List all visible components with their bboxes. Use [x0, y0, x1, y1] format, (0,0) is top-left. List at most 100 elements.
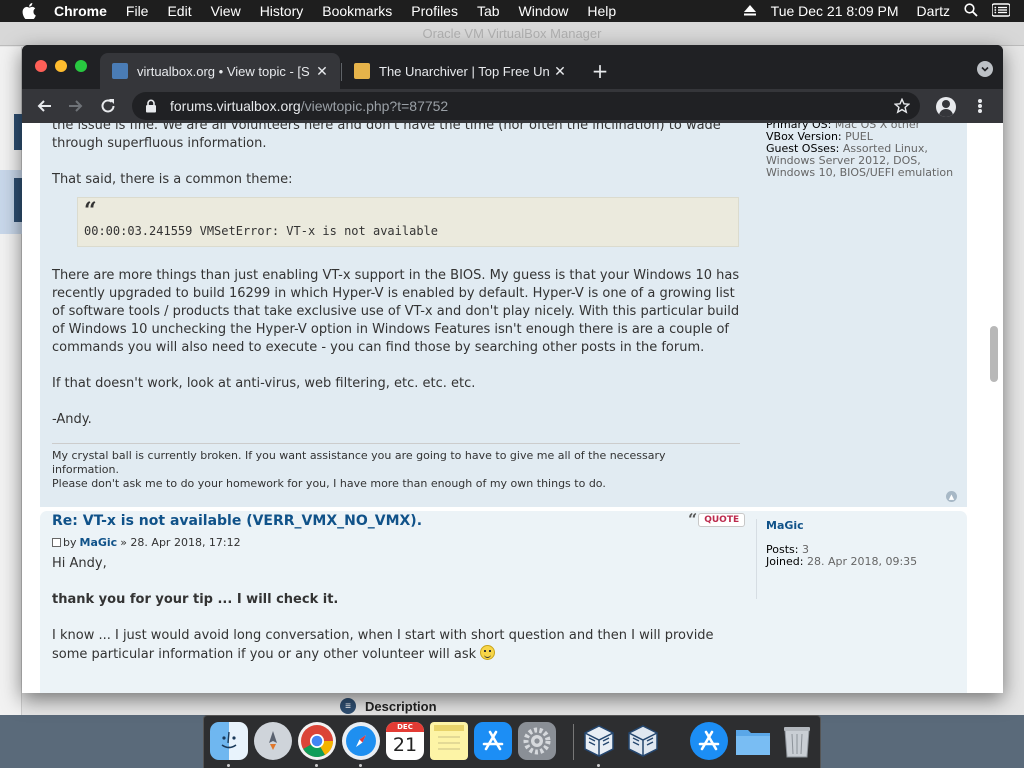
post-paragraph: the issue is fine. We are all volunteers…: [52, 123, 721, 151]
post-date: » 28. Apr 2018, 17:12: [120, 536, 241, 549]
menu-user[interactable]: Dartz: [917, 3, 950, 19]
address-bar[interactable]: forums.virtualbox.org/viewtopic.php?t=87…: [132, 92, 920, 120]
virtualbox-favicon-icon: [112, 63, 128, 79]
menu-history[interactable]: History: [260, 3, 304, 19]
virtualbox-vm-item[interactable]: [14, 114, 22, 150]
tab-virtualbox-topic[interactable]: virtualbox.org • View topic - [S ✕: [100, 53, 340, 89]
post-author-profile: Posts: 3 Joined: 28. Apr 2018, 09:35: [766, 544, 961, 568]
menu-tab[interactable]: Tab: [477, 3, 500, 19]
meta-by: by: [63, 536, 77, 549]
post-signoff: -Andy.: [52, 412, 92, 427]
post-paragraph: There are more things than just enabling…: [52, 268, 740, 355]
quote-button-label: QUOTE: [698, 512, 746, 527]
forward-button[interactable]: [64, 94, 88, 118]
tab-close-icon[interactable]: ✕: [550, 61, 570, 81]
window-close-button[interactable]: [35, 60, 47, 72]
profile-username-link[interactable]: MaGic: [766, 519, 804, 532]
virtualbox-window-title[interactable]: Oracle VM VirtualBox Manager: [0, 22, 1024, 46]
app-store-downloads-icon[interactable]: [690, 722, 728, 760]
unarchiver-favicon-icon: [354, 63, 370, 79]
virtualbox-description-section[interactable]: ≡ Description: [340, 696, 437, 716]
calendar-day: 21: [392, 734, 418, 756]
virtualbox-vm-icon[interactable]: [624, 722, 662, 760]
notification-center-icon[interactable]: [991, 2, 1011, 20]
tab-title: The Unarchiver | Top Free Una: [379, 63, 550, 79]
bookmark-star-icon[interactable]: [894, 98, 910, 114]
mac-dock: DEC 21: [203, 715, 821, 768]
dock-running-indicator: [315, 764, 318, 767]
dock-running-indicator: [227, 764, 230, 767]
safari-icon[interactable]: [342, 722, 380, 760]
launchpad-icon[interactable]: [254, 722, 292, 760]
signature-line: Please don't ask me to do your homework …: [52, 477, 606, 490]
virtualbox-vm-item-selected[interactable]: [0, 170, 22, 234]
apple-menu-icon[interactable]: [18, 0, 40, 22]
quote-mark-icon: “: [688, 509, 698, 529]
menu-file[interactable]: File: [126, 3, 149, 19]
tab-search-icon[interactable]: [977, 61, 993, 77]
vertical-scrollbar[interactable]: [990, 326, 998, 382]
menu-app-name[interactable]: Chrome: [54, 3, 107, 19]
menu-help[interactable]: Help: [587, 3, 616, 19]
new-tab-button[interactable]: +: [588, 59, 612, 83]
post-content: There are more things than just enabling…: [52, 267, 742, 447]
post-paragraph: I know ... I just would avoid long conve…: [52, 627, 742, 664]
post-author-link[interactable]: MaGic: [80, 536, 118, 549]
lock-icon[interactable]: [144, 99, 158, 113]
tab-title: virtualbox.org • View topic - [S: [137, 63, 310, 79]
reload-button[interactable]: [96, 94, 120, 118]
back-to-top-icon[interactable]: ▲: [946, 491, 957, 502]
menu-clock[interactable]: Tue Dec 21 8:09 PM: [771, 3, 899, 19]
joined-label: Joined:: [766, 555, 804, 568]
dock-running-indicator: [359, 764, 362, 767]
dock-running-indicator: [597, 764, 600, 767]
window-minimize-button[interactable]: [55, 60, 67, 72]
calendar-month: DEC: [386, 722, 424, 732]
post-icon[interactable]: [52, 538, 61, 547]
back-button[interactable]: [32, 94, 56, 118]
tab-strip: virtualbox.org • View topic - [S ✕ The U…: [22, 45, 1003, 89]
notes-icon[interactable]: [430, 722, 468, 760]
tab-unarchiver[interactable]: The Unarchiver | Top Free Una ✕: [342, 53, 578, 89]
code-quote-block: “ 00:00:03.241559 VMSetError: VT-x is no…: [77, 197, 739, 247]
mac-menu-bar: Chrome File Edit View History Bookmarks …: [0, 0, 1024, 22]
calendar-icon[interactable]: DEC 21: [386, 722, 424, 760]
app-store-icon[interactable]: [474, 722, 512, 760]
profile-avatar-icon[interactable]: [936, 97, 956, 117]
eject-icon[interactable]: [743, 3, 757, 19]
menu-view[interactable]: View: [211, 3, 241, 19]
smiley-icon: [480, 645, 496, 660]
spotlight-search-icon[interactable]: [964, 2, 978, 20]
window-zoom-button[interactable]: [75, 60, 87, 72]
joined-value: 28. Apr 2018, 09:35: [806, 555, 918, 568]
post-paragraph: If that doesn't work, look at anti-virus…: [52, 376, 476, 391]
menu-profiles[interactable]: Profiles: [411, 3, 458, 19]
menu-window[interactable]: Window: [519, 3, 569, 19]
post-title-link[interactable]: Re: VT-x is not available (VERR_VMX_NO_V…: [52, 513, 422, 529]
downloads-folder-icon[interactable]: [734, 722, 772, 760]
finder-icon[interactable]: [210, 722, 248, 760]
post-signature: My crystal ball is currently broken. If …: [52, 449, 712, 491]
post-meta: by MaGic » 28. Apr 2018, 17:12: [52, 536, 241, 549]
quote-button[interactable]: “ QUOTE: [688, 509, 746, 529]
signature-divider: [52, 443, 740, 444]
chrome-menu-icon[interactable]: [974, 96, 986, 116]
description-label: Description: [365, 698, 437, 714]
page-viewport: the issue is fine. We are all volunteers…: [22, 123, 1003, 693]
chrome-icon[interactable]: [298, 722, 336, 760]
menu-bookmarks[interactable]: Bookmarks: [322, 3, 392, 19]
post-paragraph-bold: thank you for your tip ... I will check …: [52, 592, 339, 607]
forum-post: Re: VT-x is not available (VERR_VMX_NO_V…: [40, 511, 967, 693]
post-content: Hi Andy, thank you for your tip ... I wi…: [52, 555, 742, 664]
url-path: /viewtopic.php?t=87752: [300, 98, 449, 114]
post-author-profile: Primary OS: Mac OS X other VBox Version:…: [766, 123, 961, 179]
tab-close-icon[interactable]: ✕: [312, 61, 332, 81]
system-preferences-icon[interactable]: [518, 722, 556, 760]
post-profile-divider: [756, 519, 757, 599]
trash-icon[interactable]: [778, 722, 816, 760]
browser-toolbar: forums.virtualbox.org/viewtopic.php?t=87…: [22, 89, 1003, 123]
quote-mark-icon: “: [84, 198, 97, 224]
menu-edit[interactable]: Edit: [167, 3, 191, 19]
virtualbox-icon[interactable]: [580, 722, 618, 760]
dock-separator: [573, 724, 574, 760]
